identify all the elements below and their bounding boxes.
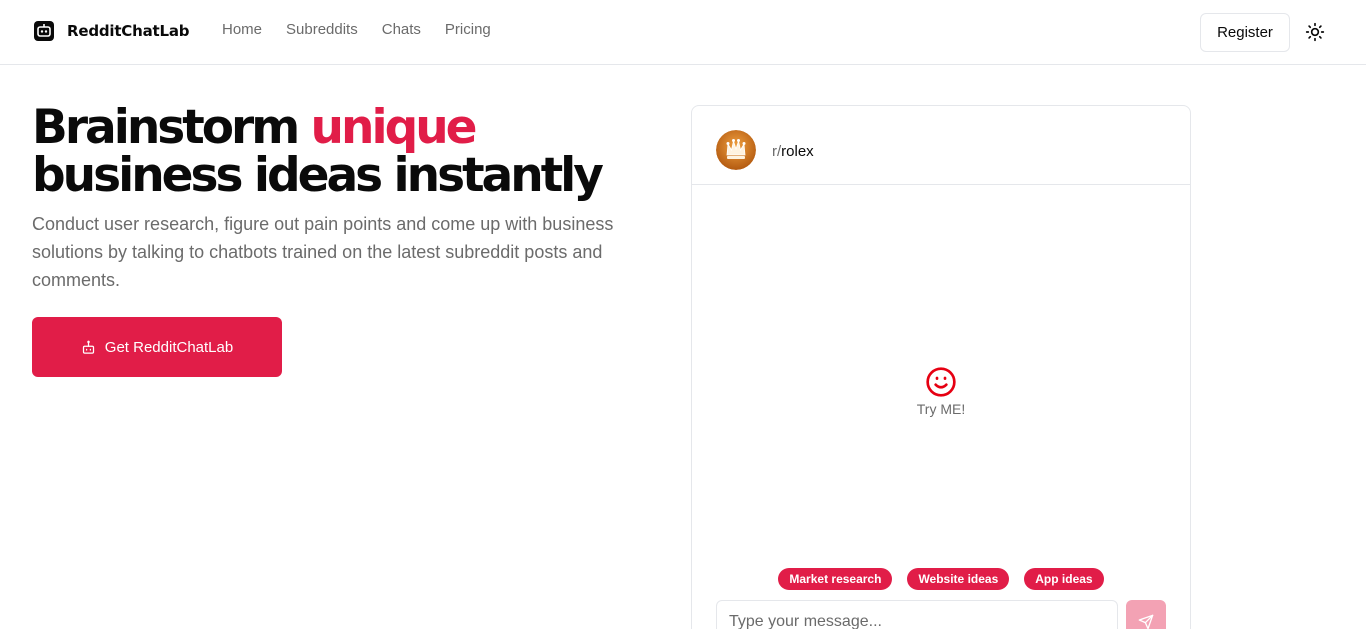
- nav-home[interactable]: Home: [222, 21, 262, 39]
- chip-app-ideas[interactable]: App ideas: [1024, 568, 1104, 590]
- hero-title: Brainstorm unique business ideas instant…: [32, 104, 672, 200]
- chip-market-research[interactable]: Market research: [778, 568, 893, 590]
- message-input[interactable]: [716, 600, 1118, 629]
- send-icon: [1138, 614, 1154, 629]
- smile-icon: [926, 367, 956, 397]
- empty-state-text: Try ME!: [916, 401, 966, 417]
- empty-state: Try ME!: [692, 366, 1190, 417]
- hero-title-end: business ideas instantly: [32, 148, 604, 203]
- chip-website-ideas[interactable]: Website ideas: [907, 568, 1010, 590]
- register-button[interactable]: Register: [1200, 13, 1290, 52]
- main-nav: Home Subreddits Chats Pricing: [222, 21, 491, 39]
- get-app-label: Get RedditChatLab: [104, 338, 234, 356]
- crown-logo-icon: [716, 130, 756, 170]
- subreddit-name: r/rolex: [772, 143, 814, 160]
- get-app-button[interactable]: Get RedditChatLab: [32, 317, 282, 377]
- hero-title-start: Brainstorm: [32, 100, 311, 155]
- brand-logo[interactable]: RedditChatLab: [33, 20, 190, 42]
- subreddit-prefix: r/: [772, 143, 782, 160]
- sun-icon: [1305, 22, 1325, 42]
- chat-panel: r/rolex Try ME! Market research Website …: [691, 105, 1191, 629]
- nav-pricing[interactable]: Pricing: [445, 21, 491, 39]
- subreddit-title: rolex: [781, 143, 814, 160]
- hero-subtitle: Conduct user research, figure out pain p…: [32, 214, 614, 290]
- send-button[interactable]: [1126, 600, 1166, 629]
- robot-logo-icon: [34, 21, 54, 41]
- chat-header: r/rolex: [692, 106, 1190, 185]
- robot-icon: [82, 340, 94, 354]
- brand-name: RedditChatLab: [67, 22, 190, 40]
- suggestion-chips: Market research Website ideas App ideas: [692, 568, 1190, 590]
- nav-chats[interactable]: Chats: [382, 21, 421, 39]
- hero-title-accent: unique: [310, 100, 478, 155]
- theme-toggle[interactable]: [1302, 19, 1328, 45]
- site-header: RedditChatLab Home Subreddits Chats Pric…: [0, 0, 1366, 65]
- subreddit-avatar: [716, 130, 756, 170]
- nav-subreddits[interactable]: Subreddits: [286, 21, 358, 39]
